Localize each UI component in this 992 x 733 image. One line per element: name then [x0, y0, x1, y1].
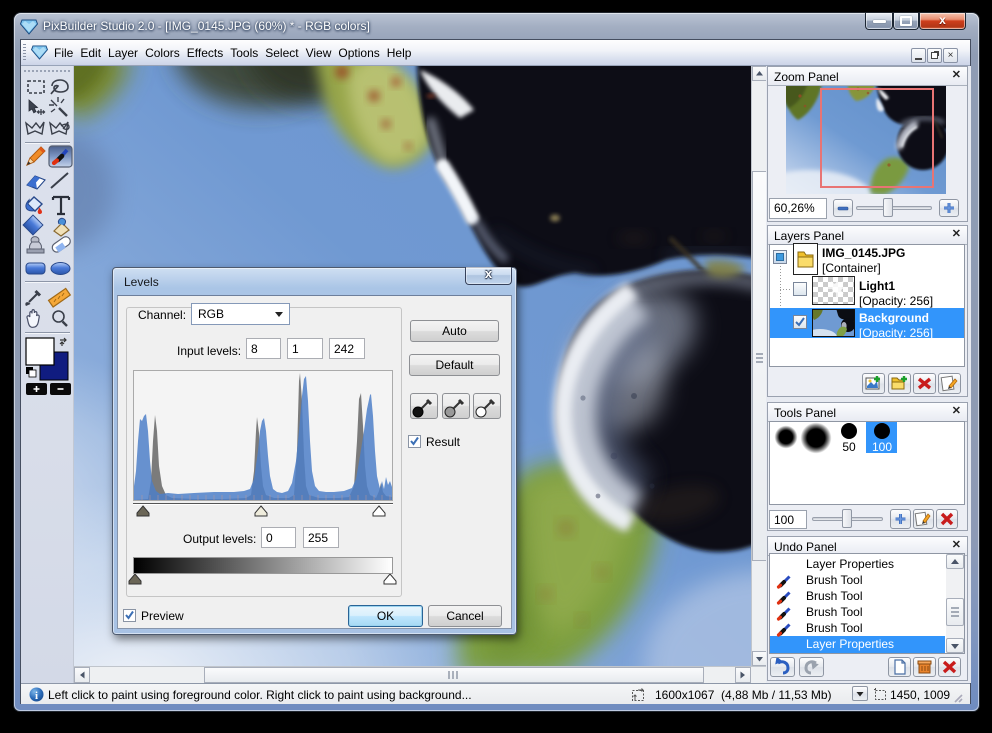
svg-text:50: 50	[842, 440, 856, 454]
svg-text:100: 100	[872, 440, 892, 454]
svg-text:i: i	[35, 690, 38, 702]
